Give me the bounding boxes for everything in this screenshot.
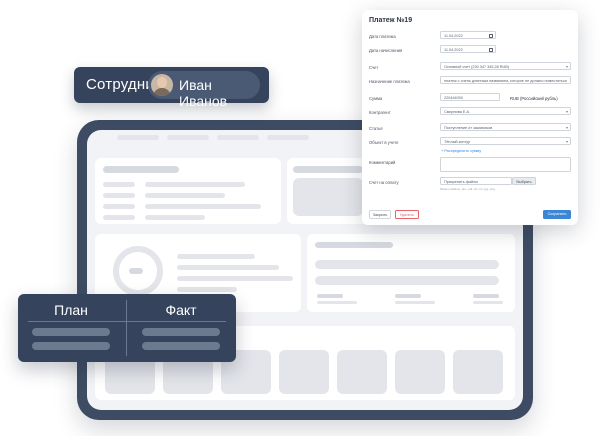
accrual-date-input[interactable]: 11.04.2022 [440, 45, 496, 53]
row-skeleton [177, 254, 255, 259]
tile-skeleton [395, 350, 445, 394]
comment-textarea[interactable] [440, 157, 571, 172]
dialog-title: Платеж №19 [369, 17, 413, 24]
row-skeleton [177, 287, 237, 292]
row-skeleton [103, 215, 135, 220]
row-skeleton [177, 276, 293, 281]
row-skeleton [145, 193, 225, 198]
label-skeleton [395, 294, 421, 298]
card-title-skeleton [103, 166, 179, 173]
nav-skeleton-1 [117, 135, 159, 140]
payment-date-label: Дата платежа [369, 34, 396, 39]
counterparty-value: Смирнова Е.А. [444, 110, 471, 114]
tile-skeleton [279, 350, 329, 394]
row-skeleton [145, 182, 245, 187]
tile-skeleton [453, 350, 503, 394]
avatar [151, 74, 173, 96]
label-skeleton [317, 301, 357, 304]
label-skeleton [473, 301, 503, 304]
row-skeleton [177, 265, 279, 270]
invoice-hint: Можно файлы .doc .pdf .xls .txt .jpg .pn… [440, 187, 495, 191]
chevron-down-icon: ▾ [565, 139, 568, 144]
amount-input[interactable]: 220444000 [440, 93, 500, 101]
article-value: Поступление от заказчиков [444, 126, 493, 130]
avatar-body [153, 88, 171, 96]
nav-skeleton-3 [217, 135, 259, 140]
purpose-label: Назначение платежа [369, 79, 410, 84]
chevron-down-icon: ▾ [565, 64, 568, 69]
header-divider [28, 321, 226, 322]
payment-dialog: Платеж №19 Дата платежа 11.04.2022 Дата … [362, 10, 578, 225]
accounting-object-select[interactable]: Тёплый контур ▾ [440, 137, 571, 145]
plan-bar-2 [32, 342, 110, 350]
invoice-label: Счет на оплату [369, 180, 399, 185]
save-button[interactable]: Сохранить [543, 210, 571, 219]
row-skeleton [103, 204, 135, 209]
card-title-skeleton [293, 166, 363, 173]
calendar-icon[interactable] [489, 48, 493, 52]
fact-bar-2 [142, 342, 220, 350]
account-select[interactable]: Основной счет (230 347 345,28 RUB) ▾ [440, 62, 571, 70]
row-skeleton [145, 204, 261, 209]
label-skeleton [395, 301, 435, 304]
avatar-head [157, 77, 167, 88]
purpose-input[interactable]: платеж с очень длинным названием, которо… [440, 76, 571, 84]
accounting-object-label: Объект в учете [369, 140, 399, 145]
accrual-date-value: 11.04.2022 [444, 48, 463, 52]
payment-date-input[interactable]: 11.04.2022 [440, 31, 496, 39]
donut-center-skeleton [129, 268, 143, 274]
plan-bar-1 [32, 328, 110, 336]
purpose-value: платеж с очень длинным названием, которо… [444, 79, 567, 83]
currency-label: RUB (Российский рубль) [510, 96, 558, 101]
employee-name: Иван Иванов [179, 77, 228, 109]
accrual-date-label: Дата начисления [369, 48, 403, 53]
plan-header: План [54, 302, 88, 318]
image-skeleton [293, 178, 363, 216]
counterparty-label: Контрагент [369, 110, 391, 115]
row-skeleton [103, 182, 135, 187]
label-skeleton [317, 294, 343, 298]
nav-skeleton-4 [267, 135, 309, 140]
chevron-down-icon: ▾ [565, 125, 568, 130]
bar-skeleton [315, 276, 499, 285]
bar-skeleton [315, 260, 499, 269]
column-divider [126, 300, 127, 356]
account-label: Счет [369, 65, 379, 70]
attach-files-value: Прикрепить файлы [444, 180, 479, 184]
amount-label: Сумма [369, 96, 383, 101]
plan-fact-card: План Факт [18, 294, 236, 362]
article-label: Статья [369, 126, 383, 131]
tile-skeleton [337, 350, 387, 394]
article-select[interactable]: Поступление от заказчиков ▾ [440, 123, 571, 131]
row-skeleton [103, 193, 135, 198]
summary-card [95, 158, 281, 224]
distribute-amount-link[interactable]: + Распределить сумму [441, 149, 481, 153]
calendar-icon[interactable] [489, 34, 493, 38]
employee-chip: Сотрудник: Иван Иванов [74, 67, 269, 109]
nav-skeleton-2 [167, 135, 209, 140]
fact-bar-1 [142, 328, 220, 336]
counterparty-select[interactable]: Смирнова Е.А. ▾ [440, 107, 571, 115]
chevron-down-icon: ▾ [565, 109, 568, 114]
attach-files-input[interactable]: Прикрепить файлы [440, 177, 512, 185]
account-value: Основной счет (230 347 345,28 RUB) [444, 65, 510, 69]
row-skeleton [145, 215, 205, 220]
comment-label: Комментарий [369, 160, 396, 165]
amount-value: 220444000 [444, 96, 464, 100]
payment-date-value: 11.04.2022 [444, 34, 463, 38]
card-title-skeleton [315, 242, 393, 248]
employee-selector[interactable]: Иван Иванов [148, 71, 260, 109]
progress-card [307, 234, 515, 312]
pick-file-button[interactable]: Выбрать [512, 177, 536, 185]
close-button[interactable]: Закрыть [369, 210, 391, 219]
delete-button[interactable]: Удалить [395, 210, 419, 219]
label-skeleton [473, 294, 499, 298]
fact-header: Факт [165, 302, 197, 318]
accounting-object-value: Тёплый контур [444, 140, 471, 144]
